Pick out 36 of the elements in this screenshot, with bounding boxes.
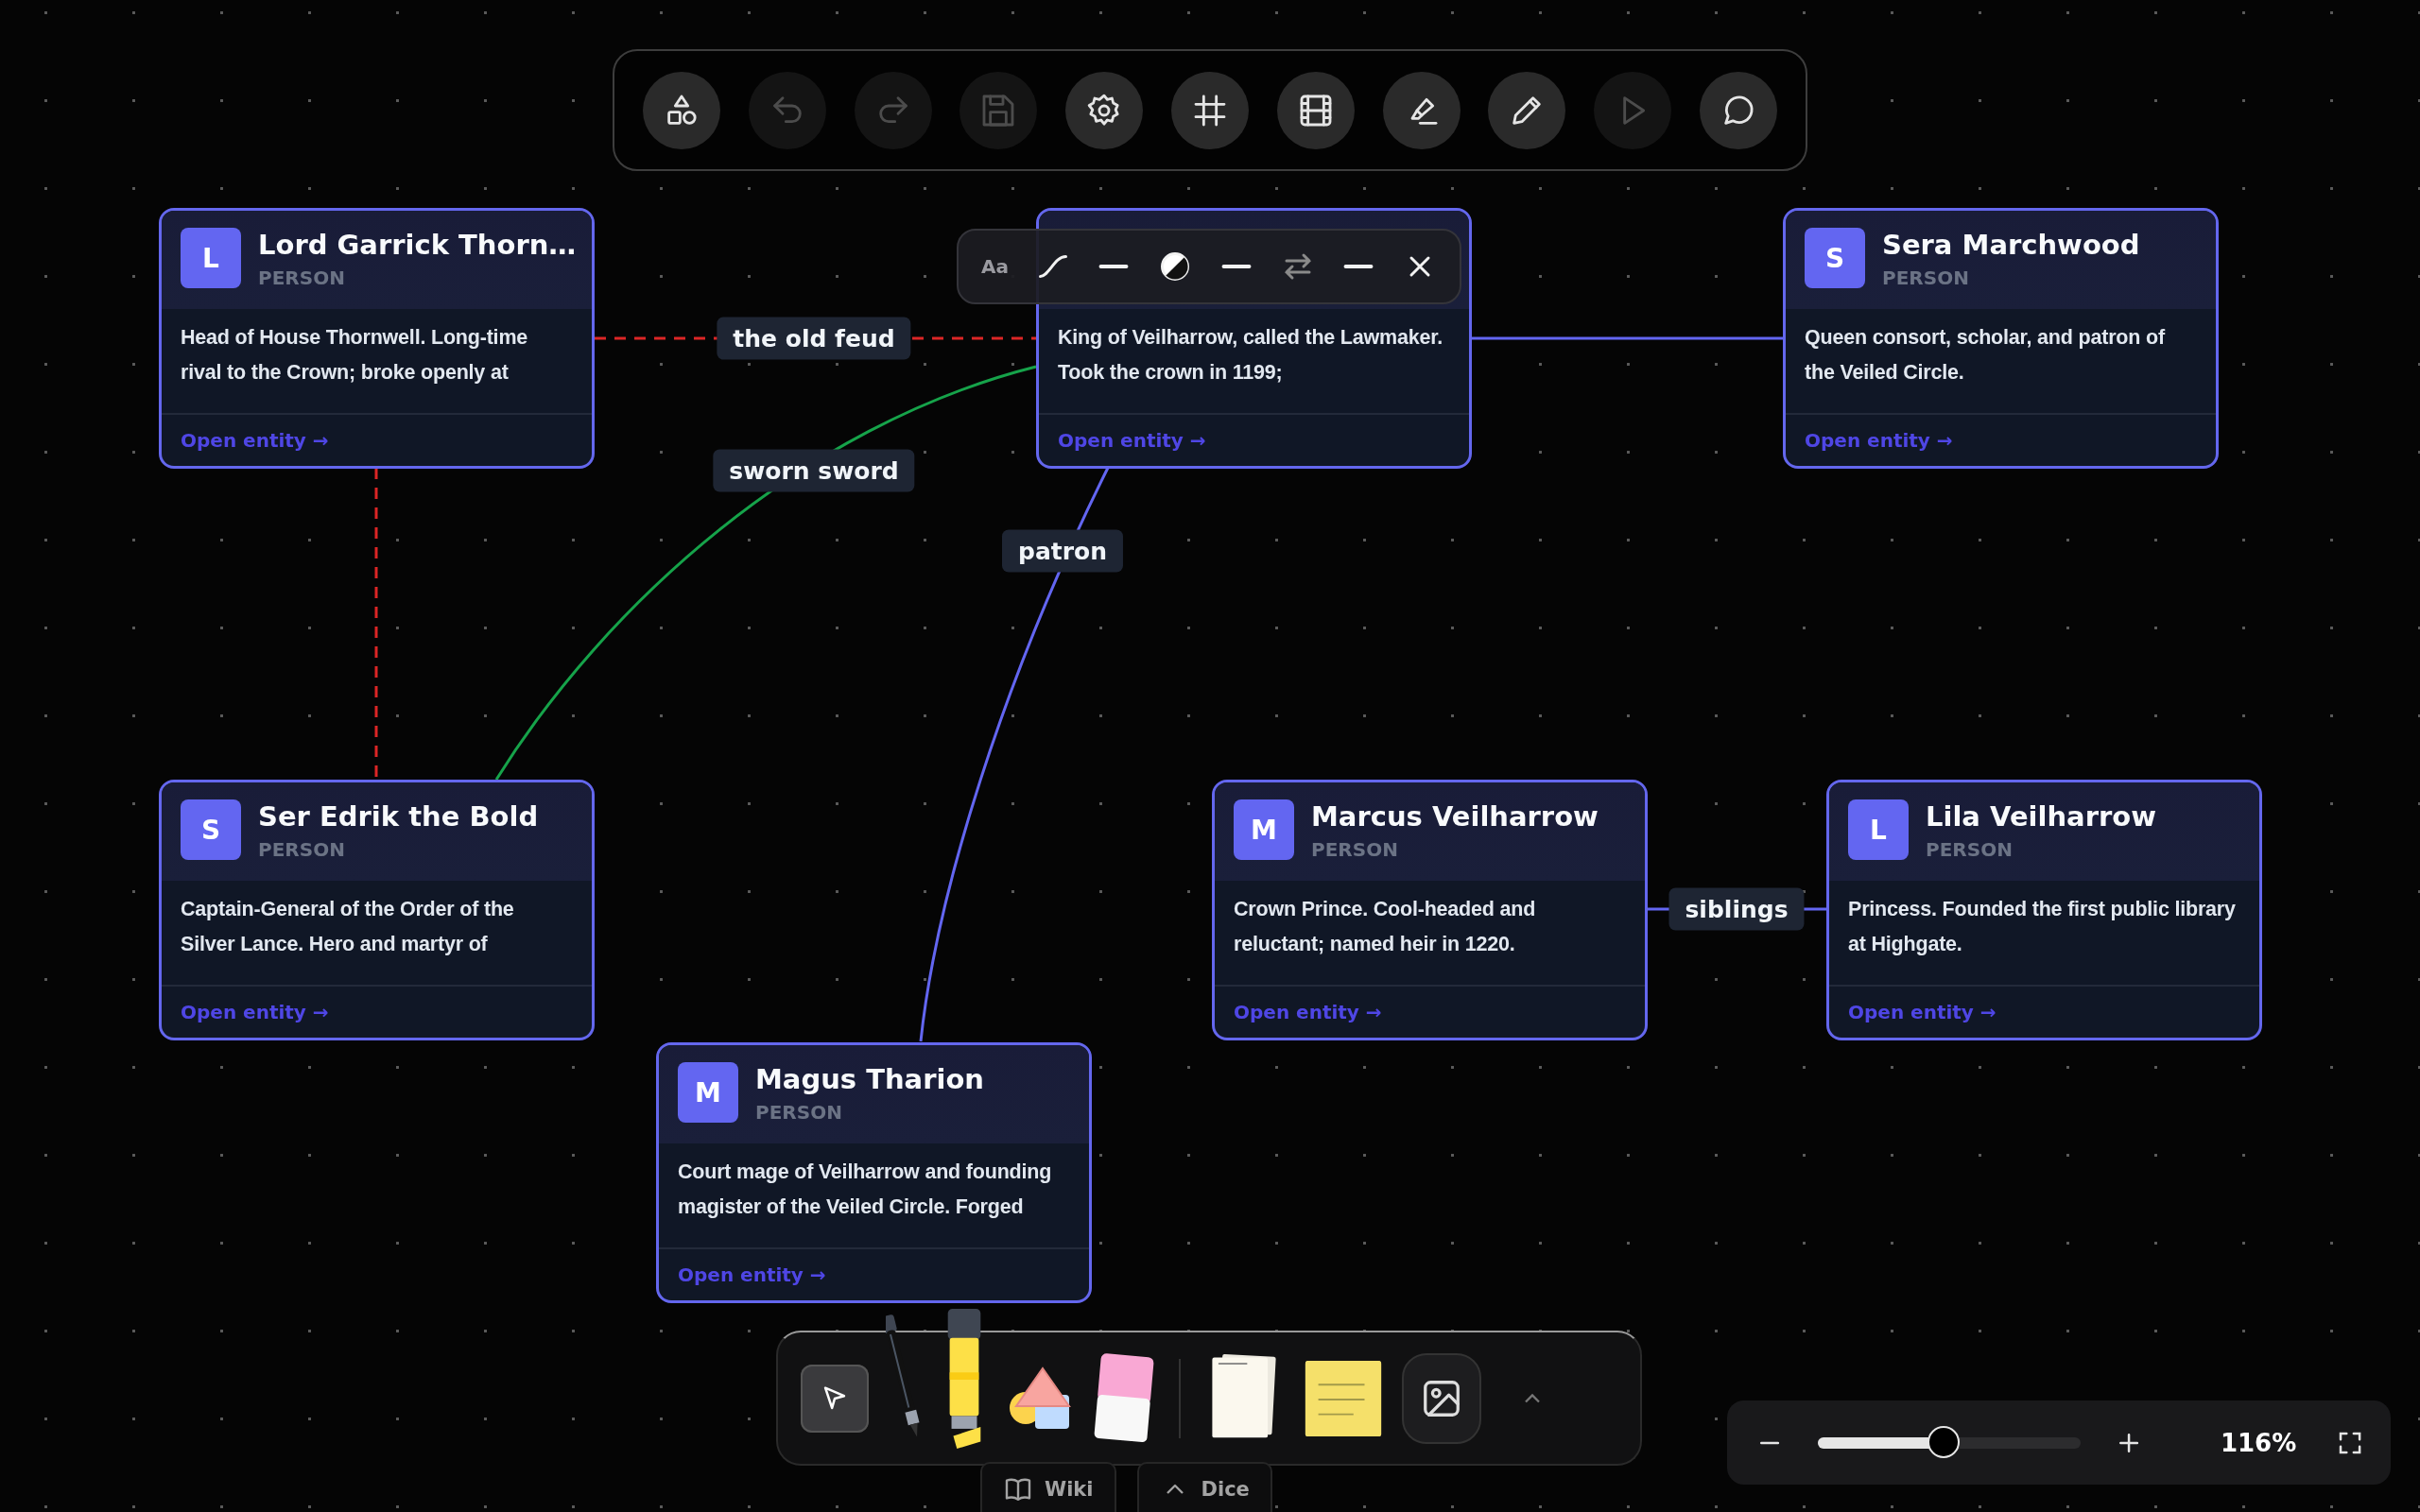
edge-label[interactable]: patron <box>1002 529 1123 573</box>
font-button[interactable]: Aa <box>981 255 1009 278</box>
entity-type: PERSON <box>258 837 346 863</box>
entity-type: PERSON <box>1311 837 1399 863</box>
panel-tab[interactable]: Dice <box>1136 1462 1272 1512</box>
entity-name: Marcus Veilharrow <box>1311 799 1599 833</box>
entity-type: PERSON <box>258 266 346 291</box>
select-tool[interactable] <box>801 1364 869 1433</box>
avatar: S <box>181 799 241 860</box>
edge-label[interactable]: siblings <box>1668 887 1805 931</box>
entity-description: Queen consort, scholar, and patron of the Veiled Circle. <box>1805 325 2167 386</box>
avatar: L <box>181 228 241 288</box>
entity-description: Captain-General of the Order of the Silver Lance. Hero and martyr of <box>181 897 515 957</box>
avatar: S <box>1805 228 1865 288</box>
entity-description: Head of House Thornwell. Long-time rival to the Crown; broke openly at <box>181 325 529 386</box>
image-button[interactable] <box>1402 1352 1481 1444</box>
entity-description: Crown Prince. Cool-headed and reluctant; named heir in 1220. <box>1234 897 1537 957</box>
entity-type: PERSON <box>1926 837 2014 863</box>
entity-description: Court mage of Veilharrow and founding magister of the Veiled Circle. Forged <box>678 1160 1053 1220</box>
edge-label[interactable]: sworn sword <box>713 449 915 492</box>
entity-type: PERSON <box>1882 266 1970 291</box>
zoom-level: 116% <box>2219 1428 2298 1457</box>
slider-thumb[interactable] <box>1927 1425 1961 1458</box>
avatar: M <box>1234 799 1294 860</box>
edge-label[interactable]: the old feud <box>717 317 911 360</box>
avatar: L <box>1848 799 1909 860</box>
entity-description: Princess. Founded the first public library at Highgate. <box>1848 897 2237 957</box>
entity-description: King of Veilharrow, called the Lawmaker. Took the crown in 1199; <box>1058 325 1443 386</box>
panel-tab[interactable]: Wiki <box>980 1462 1116 1512</box>
entity-type: PERSON <box>755 1100 843 1125</box>
entity-name: Magus Tharion <box>755 1062 984 1096</box>
entity-name: Ser Edrik the Bold <box>258 799 539 833</box>
entity-name: Lord Garrick Thorn… <box>258 228 577 262</box>
entity-name: Lila Veilharrow <box>1926 799 2156 833</box>
avatar: M <box>678 1062 738 1123</box>
entity-name: Sera Marchwood <box>1882 228 2140 262</box>
